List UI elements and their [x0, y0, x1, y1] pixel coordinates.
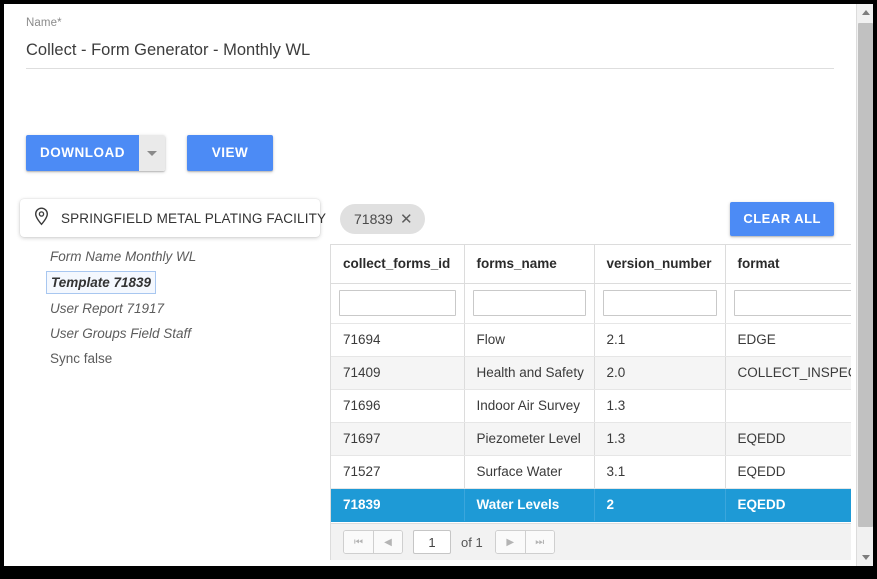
action-button-row: DOWNLOAD VIEW [26, 135, 273, 171]
column-header[interactable]: version_number [594, 245, 726, 284]
column-filter-cell [725, 283, 851, 324]
forms-table: collect_forms_id forms_name version_number… [331, 245, 851, 522]
close-icon[interactable]: ✕ [400, 212, 413, 227]
table-cell: Piezometer Level [464, 422, 595, 456]
pagination-forward-group: ▶ ⏭ [494, 530, 555, 554]
column-filter-input[interactable] [472, 290, 586, 316]
chevron-down-icon [147, 150, 157, 156]
pagination-bar: ⏮ ◀ of 1 ▶ ⏭ [330, 523, 851, 560]
column-filter-input[interactable] [339, 290, 456, 316]
download-dropdown-toggle[interactable] [139, 135, 165, 171]
pagination-back-group: ⏮ ◀ [343, 530, 403, 554]
table-row[interactable]: 71409Health and Safety2.0COLLECT_INSPECT… [331, 356, 851, 390]
name-input[interactable]: Collect - Form Generator - Monthly WL [26, 39, 834, 69]
table-cell: EQEDD [725, 422, 851, 456]
filter-chip[interactable]: 71839 ✕ [340, 204, 425, 234]
page-first-button[interactable]: ⏮ [344, 531, 373, 553]
table-cell: 2 [594, 488, 726, 522]
table-cell: 71696 [331, 389, 465, 423]
table-cell [725, 389, 851, 423]
filter-chip-row: 71839 ✕ CLEAR ALL [340, 202, 834, 236]
table-cell: 71694 [331, 323, 465, 357]
table-cell: 2.0 [594, 356, 726, 390]
page-prev-button[interactable]: ◀ [373, 531, 402, 553]
meta-line: User Groups Field Staff [50, 326, 192, 341]
required-marker: * [57, 17, 62, 29]
column-header[interactable]: collect_forms_id [331, 245, 465, 284]
column-header[interactable]: forms_name [464, 245, 595, 284]
name-field-block: Name* Collect - Form Generator - Monthly… [26, 16, 834, 69]
table-cell: EQEDD [725, 488, 851, 522]
header-row: collect_forms_id forms_name version_number… [331, 245, 851, 284]
column-filter-cell [594, 283, 726, 324]
scroll-down-icon[interactable] [857, 549, 873, 566]
page-next-button[interactable]: ▶ [495, 531, 525, 553]
table-row[interactable]: 71697 Piezometer Level 1.3 EQEDD [331, 422, 851, 456]
vertical-scrollbar[interactable] [856, 4, 873, 566]
name-label-text: Name [26, 17, 58, 29]
table-cell: 71409 [331, 356, 465, 390]
column-header[interactable]: format [725, 245, 851, 284]
column-filter-row [331, 283, 851, 324]
download-button[interactable]: DOWNLOAD [26, 135, 139, 171]
table-cell: 1.3 [594, 422, 726, 456]
table-cell: EQEDD [725, 455, 851, 489]
table-cell: 71697 [331, 422, 465, 456]
page-of-label: of 1 [461, 534, 483, 550]
location-pin-icon [32, 206, 51, 230]
page-last-button[interactable]: ⏭ [524, 531, 554, 553]
table-body: 71694 Flow 2.1 EDGE 71409 Health and Safety 2.… [331, 323, 851, 522]
table-cell: 3.1 [594, 455, 726, 489]
meta-line: User Report 71917 [50, 301, 165, 316]
table-row[interactable]: 71839 Water Levels 2 EQEDD [331, 488, 851, 522]
table-cell: COLLECT_INSPECTION [725, 356, 851, 390]
facility-card[interactable]: SPRINGFIELD METAL PLATING FACILITY [20, 199, 326, 237]
meta-line[interactable]: Template 71839 [46, 271, 157, 294]
column-filter-input[interactable] [733, 290, 851, 316]
app-frame: Name* Collect - Form Generator - Monthly… [4, 4, 873, 566]
meta-line: Sync false [50, 351, 113, 366]
table-cell: 71839 [331, 488, 465, 522]
table-row[interactable]: 71527 Surface Water 3.1 EQEDD [331, 455, 851, 489]
filter-chip-label: 71839 [354, 211, 393, 227]
clear-all-button[interactable]: CLEAR ALL [730, 202, 834, 236]
table-cell: Indoor Air Survey [464, 389, 595, 423]
table-cell: Health and Safety [464, 356, 595, 390]
table-row[interactable]: 71696 Indoor Air Survey 1.3 [331, 389, 851, 423]
table-cell: Surface Water [464, 455, 595, 489]
column-filter-cell [464, 283, 595, 324]
view-button[interactable]: VIEW [187, 135, 273, 171]
template-meta-list: Form Name Monthly WL Template 71839 User R… [46, 244, 320, 371]
table-cell: 2.1 [594, 323, 726, 357]
column-filter-cell [331, 283, 465, 324]
name-field-label: Name* [26, 16, 834, 30]
table-cell: Flow [464, 323, 595, 357]
page-number-input[interactable] [413, 530, 451, 554]
facility-name: SPRINGFIELD METAL PLATING FACILITY [61, 210, 327, 226]
table-cell: Water Levels [464, 488, 595, 522]
forms-grid: collect_forms_id forms_name version_number… [330, 244, 851, 560]
table-row[interactable]: 71694 Flow 2.1 EDGE [331, 323, 851, 357]
table-cell: 1.3 [594, 389, 726, 423]
column-filter-input[interactable] [602, 290, 717, 316]
scroll-up-icon[interactable] [857, 4, 873, 21]
table-cell: EDGE [725, 323, 851, 357]
table-head: collect_forms_id forms_name version_number… [331, 245, 851, 324]
meta-line: Form Name Monthly WL [50, 249, 197, 264]
download-split-button: DOWNLOAD [26, 135, 165, 171]
table-cell: 71527 [331, 455, 465, 489]
scrollbar-thumb[interactable] [858, 23, 873, 527]
